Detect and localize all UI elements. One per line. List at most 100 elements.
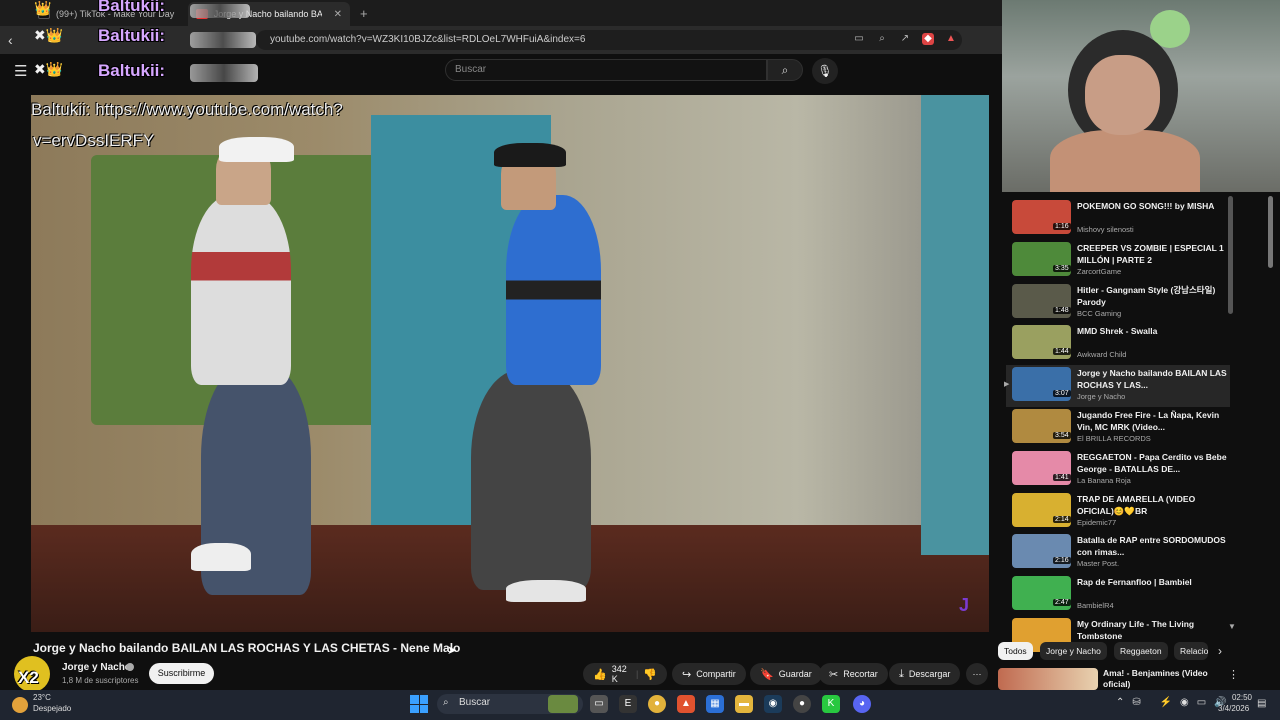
scroll-down-icon[interactable]: ▼	[1228, 622, 1236, 631]
playlist-item[interactable]: 3:35 CREEPER VS ZOMBIE | ESPECIAL 1 MILLÓ…	[1006, 240, 1230, 282]
subscriber-count: 1,8 M de suscriptores	[62, 676, 139, 685]
share-icon: ↪	[682, 668, 692, 681]
playlist-item[interactable]: 1:44 MMD Shrek - Swalla Awkward Child	[1006, 323, 1230, 365]
windows-taskbar	[0, 690, 1280, 720]
playlist-item-title[interactable]: My Ordinary Life - The Living Tombstone	[1077, 618, 1227, 642]
playlist-item[interactable]: ▶ 3:07 Jorge y Nacho bailando BAILAN LAS R…	[1004, 365, 1230, 408]
overlay-blob	[190, 4, 250, 18]
system-tray[interactable]: ⌃⛁ ⚡◉▭🔊	[1116, 697, 1235, 708]
steam-icon[interactable]: ◉	[764, 695, 782, 713]
video-duration: 3:54	[1053, 432, 1071, 439]
clip-button[interactable]: ✂ Recortar	[819, 663, 888, 685]
webcam-person	[1050, 130, 1200, 200]
brave-icon[interactable]: ▲	[677, 695, 695, 713]
weather-description[interactable]: Despejado	[33, 704, 71, 713]
filter-chip[interactable]: Reggaeton	[1114, 642, 1168, 660]
playlist-item[interactable]: 1:48 Hitler - Gangnam Style (강남스타일) Parod…	[1006, 282, 1230, 324]
kick-icon[interactable]: K	[822, 695, 840, 713]
page-scrollbar[interactable]	[1268, 196, 1273, 268]
more-vert-icon[interactable]: ⋮	[1228, 668, 1239, 681]
playlist-item-title[interactable]: CREEPER VS ZOMBIE | ESPECIAL 1 MILLÓN | …	[1077, 242, 1227, 266]
filter-chip[interactable]: Todos	[998, 642, 1033, 660]
save-button[interactable]: 🔖 Guardar	[750, 663, 822, 685]
playlist-item-title[interactable]: Jugando Free Fire - La Ñapa, Kevin Vin, …	[1077, 409, 1227, 433]
video-frame-door	[921, 95, 989, 555]
playlist-item-title[interactable]: Jorge y Nacho bailando BAILAN LAS ROCHAS…	[1077, 367, 1227, 391]
url-text[interactable]: youtube.com/watch?v=WZ3KI10BJZc&list=RDL…	[270, 34, 585, 45]
chrome-icon[interactable]: ●	[648, 695, 666, 713]
menu-icon[interactable]: ☰	[14, 62, 27, 80]
video-duration: 1:41	[1053, 473, 1071, 481]
rewards-icon[interactable]: ▲	[945, 33, 957, 45]
playlist-item[interactable]: 2:47 Rap de Fernanfloo | Bambiel BambielR4	[1006, 574, 1230, 616]
video-duration: 2:14	[1053, 515, 1071, 523]
more-actions-button[interactable]: ···	[966, 663, 988, 685]
voice-search-button[interactable]: 🎙	[812, 58, 838, 84]
playlist-item[interactable]: 1:41 REGGAETON - Papa Cerdito vs Bebe Geo…	[1006, 449, 1230, 491]
recommended-thumbnail[interactable]	[998, 668, 1098, 690]
playlist-item-title[interactable]: Rap de Fernanfloo | Bambiel	[1077, 576, 1227, 588]
save-label: Guardar	[778, 669, 812, 679]
playlist-item-channel: Mishovy silenosti	[1077, 225, 1134, 234]
playlist-item-title[interactable]: MMD Shrek - Swalla	[1077, 325, 1227, 337]
channel-name[interactable]: Jorge y Nacho	[62, 662, 131, 673]
video-duration: 3:07	[1053, 390, 1071, 398]
filter-chip[interactable]: Relacio	[1174, 642, 1208, 660]
channel-watermark[interactable]: J	[959, 595, 969, 616]
download-button[interactable]: ⤓ Descargar	[889, 663, 961, 685]
discord-icon[interactable]: ◕	[853, 695, 871, 713]
weather-temperature[interactable]: 23°C	[33, 693, 51, 702]
start-button[interactable]	[410, 695, 428, 713]
subscribe-button[interactable]: Suscribirme	[149, 663, 214, 684]
store-icon[interactable]: ▦	[706, 695, 724, 713]
epic-games-icon[interactable]: E	[619, 695, 637, 713]
playlist-item-channel: La Banana Roja	[1077, 475, 1131, 485]
notification-icon[interactable]: ▤	[1257, 698, 1266, 709]
cast-icon[interactable]: ▭	[853, 33, 865, 45]
share-button[interactable]: ↪ Compartir	[672, 663, 746, 685]
dislike-icon[interactable]: 👎	[643, 668, 657, 681]
search-icon: ⌕	[781, 63, 789, 77]
playlist-item[interactable]: 2:14 TRAP DE AMARELLA (VIDEO OFICIAL)😊💛BR…	[1006, 491, 1230, 533]
video-duration: 2:16	[1053, 557, 1071, 565]
brave-shield-icon[interactable]: ◆	[922, 33, 934, 45]
video-player[interactable]: Baltukii: https://www.youtube.com/watch?…	[31, 95, 989, 632]
github-icon[interactable]: ●	[793, 695, 811, 713]
back-button[interactable]: ‹	[8, 32, 13, 48]
now-playing-icon: ▶	[1004, 381, 1010, 389]
file-explorer-icon[interactable]: ▬	[735, 695, 753, 713]
search-input[interactable]: Buscar	[445, 59, 767, 81]
task-view-icon[interactable]: ▭	[590, 695, 608, 713]
like-icon[interactable]: 👍	[593, 668, 607, 681]
playlist-item-title[interactable]: TRAP DE AMARELLA (VIDEO OFICIAL)😊💛BR	[1077, 493, 1227, 517]
clock-date[interactable]: 3/4/2026	[1218, 704, 1249, 713]
chevron-right-icon[interactable]: ›	[1218, 644, 1222, 658]
overlay-username: Baltukii:	[98, 0, 166, 15]
search-button[interactable]: ⌕	[767, 59, 803, 81]
search-icon: ⌕	[443, 697, 449, 708]
playlist-item-title[interactable]: Hitler - Gangnam Style (강남스타일) Parody	[1077, 284, 1227, 308]
clock-time[interactable]: 02:50	[1220, 693, 1252, 702]
overlay-blob	[190, 32, 256, 48]
zoom-icon[interactable]: ⌕	[876, 33, 888, 45]
overlay-chat-message: Baltukii: https://www.youtube.com/watch?	[31, 100, 343, 119]
like-count[interactable]: 342 K	[612, 664, 631, 684]
filter-chip[interactable]: Jorge y Nacho	[1040, 642, 1107, 660]
playlist-item[interactable]: 3:54 Jugando Free Fire - La Ñapa, Kevin V…	[1006, 407, 1230, 449]
search-highlight-icon	[548, 695, 578, 713]
playlist-scrollbar[interactable]	[1228, 196, 1233, 314]
dancer-right	[471, 370, 591, 590]
playlist-item-title[interactable]: POKEMON GO SONG!!! by MISHA	[1077, 200, 1227, 212]
close-tab-icon[interactable]: ✕	[334, 9, 342, 20]
playlist-item-title[interactable]: Batalla de RAP entre SORDOMUDOS con rima…	[1077, 534, 1227, 558]
recommended-title[interactable]: Ama! - Benjamines (Video oficial)	[1103, 668, 1213, 690]
share-icon[interactable]: ↗	[899, 33, 911, 45]
weather-icon[interactable]	[12, 697, 28, 713]
dancer-left	[219, 137, 294, 162]
playlist-item[interactable]: 2:16 Batalla de RAP entre SORDOMUDOS con …	[1006, 532, 1230, 574]
playlist-item-title[interactable]: REGGAETON - Papa Cerdito vs Bebe George …	[1077, 451, 1227, 475]
video-title: Jorge y Nacho bailando BAILAN LAS ROCHAS…	[33, 641, 461, 655]
playlist-item[interactable]: 1:16 POKEMON GO SONG!!! by MISHA Mishovy s…	[1006, 198, 1230, 240]
overlay-sticker-icon: ✖👑	[34, 27, 64, 43]
new-tab-button[interactable]: +	[360, 6, 368, 21]
